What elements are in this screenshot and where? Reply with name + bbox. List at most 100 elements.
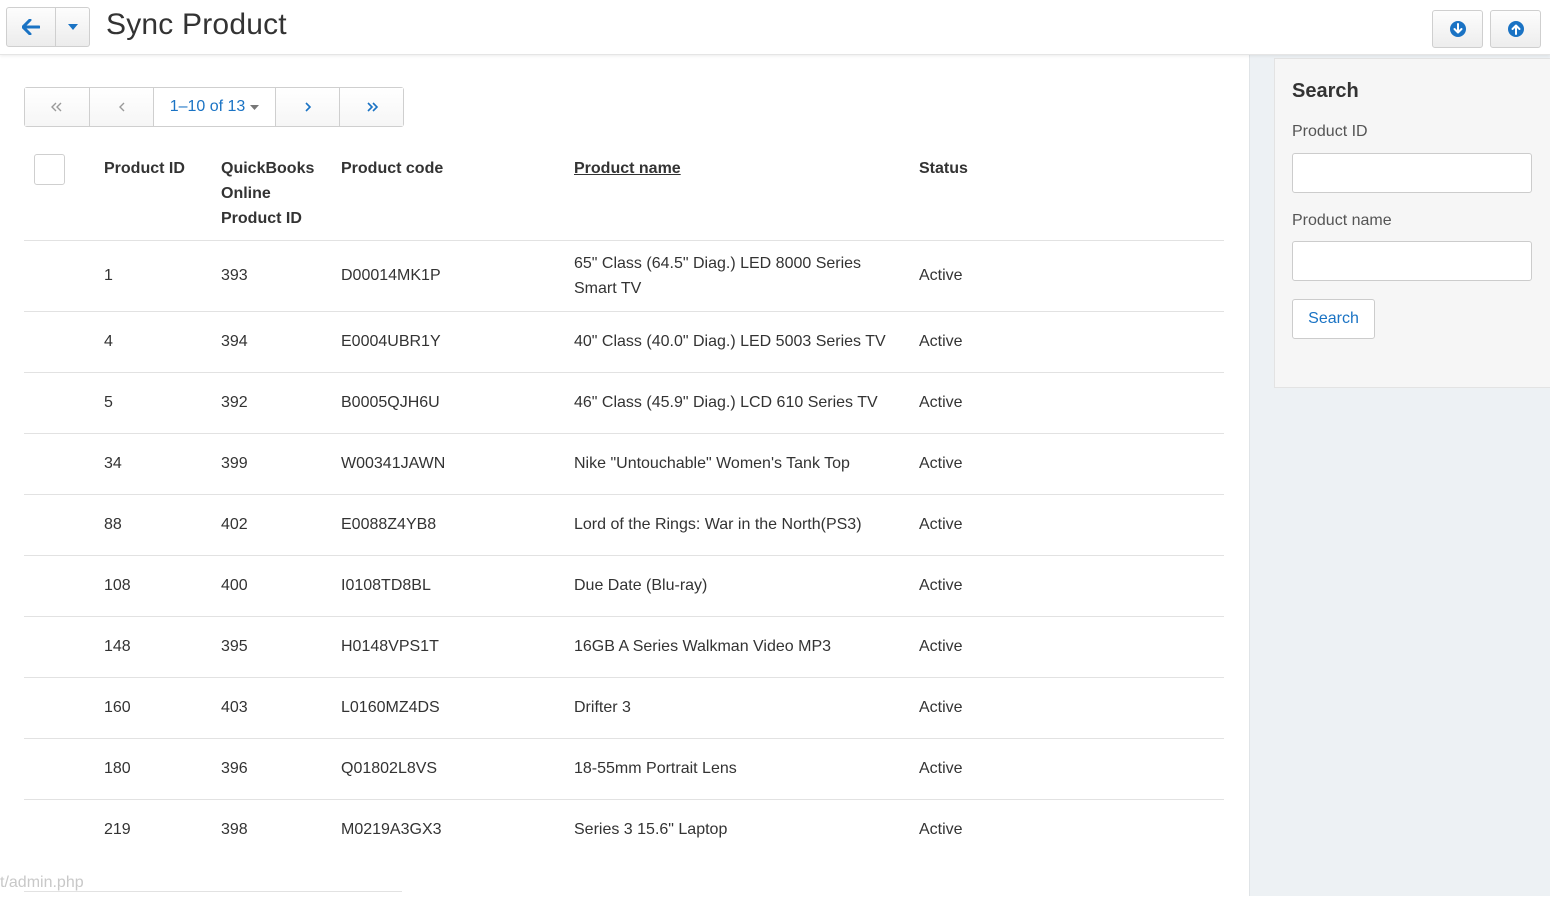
first-page-button[interactable] (25, 88, 89, 126)
cell-qbo-id: 394 (221, 333, 248, 350)
select-all-checkbox[interactable] (34, 154, 65, 185)
pagination: 1–10 of 13 (24, 87, 404, 127)
circle-arrow-up-icon (1507, 21, 1524, 37)
cell-product-name: 46" Class (45.9" Diag.) LCD 610 Series T… (574, 394, 878, 411)
cell-product-id: 219 (104, 821, 131, 838)
page-header: Sync Product (0, 0, 1550, 55)
cell-product-code: B0005QJH6U (341, 394, 440, 411)
table-row[interactable]: 4 394 E0004UBR1Y 40" Class (40.0" Diag.)… (24, 312, 1224, 373)
upload-button[interactable] (1490, 10, 1541, 48)
products-table: Product ID QuickBooks Online Product ID … (24, 140, 1224, 861)
table-header: Product ID QuickBooks Online Product ID … (24, 140, 1224, 241)
qbo-header-line: Online (221, 185, 271, 202)
cell-qbo-id: 403 (221, 699, 248, 716)
cell-status: Active (919, 699, 963, 716)
cell-product-code: D00014MK1P (341, 267, 441, 284)
search-button[interactable]: Search (1292, 299, 1375, 339)
prev-page-button[interactable] (89, 88, 153, 126)
column-header-product-code: Product code (341, 160, 444, 177)
cell-product-name: 65" Class (64.5" Diag.) LED 8000 Series … (574, 255, 862, 297)
chevron-right-icon (304, 102, 311, 112)
product-id-input[interactable] (1292, 153, 1532, 193)
column-header-product-id: Product ID (104, 160, 185, 177)
caret-down-icon (250, 104, 260, 110)
cell-qbo-id: 402 (221, 516, 248, 533)
product-name-label: Product name (1292, 212, 1392, 229)
table-row[interactable]: 34 399 W00341JAWN Nike "Untouchable" Wom… (24, 434, 1224, 495)
page-range-label: 1–10 of 13 (169, 98, 246, 115)
download-button[interactable] (1432, 10, 1483, 48)
cell-product-id: 180 (104, 760, 131, 777)
cell-product-code: E0004UBR1Y (341, 333, 441, 350)
table-row[interactable]: 5 392 B0005QJH6U 46" Class (45.9" Diag.)… (24, 373, 1224, 434)
cell-status: Active (919, 821, 963, 838)
search-panel-title: Search (1292, 80, 1359, 102)
column-header-product-name[interactable]: Product name (574, 156, 681, 181)
cell-product-id: 88 (104, 516, 122, 533)
cell-product-code: Q01802L8VS (341, 760, 438, 777)
cell-status: Active (919, 638, 963, 655)
page-range-dropdown[interactable]: 1–10 of 13 (153, 88, 275, 126)
bottom-pagination-edge (24, 891, 402, 897)
cell-product-code: I0108TD8BL (341, 577, 431, 594)
double-chevron-right-icon (366, 102, 378, 112)
qbo-header-line: Product ID (221, 210, 302, 227)
cell-qbo-id: 396 (221, 760, 248, 777)
cell-status: Active (919, 394, 963, 411)
cell-product-code: H0148VPS1T (341, 638, 439, 655)
cell-qbo-id: 398 (221, 821, 248, 838)
caret-down-icon (67, 24, 78, 30)
arrow-left-icon (22, 19, 40, 35)
cell-product-name: 18-55mm Portrait Lens (574, 760, 737, 777)
column-header-qbo-product-id: QuickBooks Online Product ID (221, 156, 314, 231)
cell-product-name: 40" Class (40.0" Diag.) LED 5003 Series … (574, 333, 886, 350)
cell-product-name: Series 3 15.6" Laptop (574, 821, 728, 838)
cell-status: Active (919, 455, 963, 472)
back-button[interactable] (6, 7, 56, 47)
cell-product-code: L0160MZ4DS (341, 699, 440, 716)
circle-arrow-down-icon (1449, 21, 1466, 37)
cell-status: Active (919, 267, 963, 284)
table-row[interactable]: 148 395 H0148VPS1T 16GB A Series Walkman… (24, 617, 1224, 678)
cell-product-id: 1 (104, 267, 113, 284)
table-row[interactable]: 180 396 Q01802L8VS 18-55mm Portrait Lens… (24, 739, 1224, 800)
cell-product-name: Nike "Untouchable" Women's Tank Top (574, 455, 850, 472)
cell-product-name: Due Date (Blu-ray) (574, 577, 708, 594)
column-header-status: Status (919, 160, 968, 177)
product-id-label: Product ID (1292, 123, 1368, 140)
cell-status: Active (919, 577, 963, 594)
cell-product-id: 4 (104, 333, 113, 350)
page-title: Sync Product (106, 8, 287, 41)
cell-qbo-id: 393 (221, 267, 248, 284)
cell-product-name: Drifter 3 (574, 699, 631, 716)
cell-product-id: 148 (104, 638, 131, 655)
product-name-input[interactable] (1292, 241, 1532, 281)
cell-product-id: 5 (104, 394, 113, 411)
cell-status: Active (919, 760, 963, 777)
double-chevron-left-icon (51, 102, 62, 112)
table-row[interactable]: 88 402 E0088Z4YB8 Lord of the Rings: War… (24, 495, 1224, 556)
cell-product-id: 34 (104, 455, 122, 472)
cell-product-id: 108 (104, 577, 131, 594)
qbo-header-line: QuickBooks (221, 160, 315, 177)
table-row[interactable]: 219 398 M0219A3GX3 Series 3 15.6" Laptop… (24, 800, 1224, 861)
cell-product-code: W00341JAWN (341, 455, 446, 472)
cell-qbo-id: 400 (221, 577, 248, 594)
table-row[interactable]: 1 393 D00014MK1P 65" Class (64.5" Diag.)… (24, 241, 1224, 312)
back-dropdown-button[interactable] (56, 7, 90, 47)
chevron-left-icon (118, 102, 124, 112)
cell-qbo-id: 392 (221, 394, 248, 411)
table-row[interactable]: 160 403 L0160MZ4DS Drifter 3 Active (24, 678, 1224, 739)
cell-product-name: Lord of the Rings: War in the North(PS3) (574, 516, 862, 533)
cell-product-code: M0219A3GX3 (341, 821, 442, 838)
table-row[interactable]: 108 400 I0108TD8BL Due Date (Blu-ray) Ac… (24, 556, 1224, 617)
cell-qbo-id: 399 (221, 455, 248, 472)
cell-status: Active (919, 516, 963, 533)
search-panel: Search Product ID Product name Search (1274, 58, 1550, 388)
status-bar-url: t/admin.php (0, 874, 84, 891)
back-button-group (6, 7, 90, 47)
cell-product-id: 160 (104, 699, 131, 716)
cell-qbo-id: 395 (221, 638, 248, 655)
next-page-button[interactable] (275, 88, 339, 126)
last-page-button[interactable] (339, 88, 403, 126)
